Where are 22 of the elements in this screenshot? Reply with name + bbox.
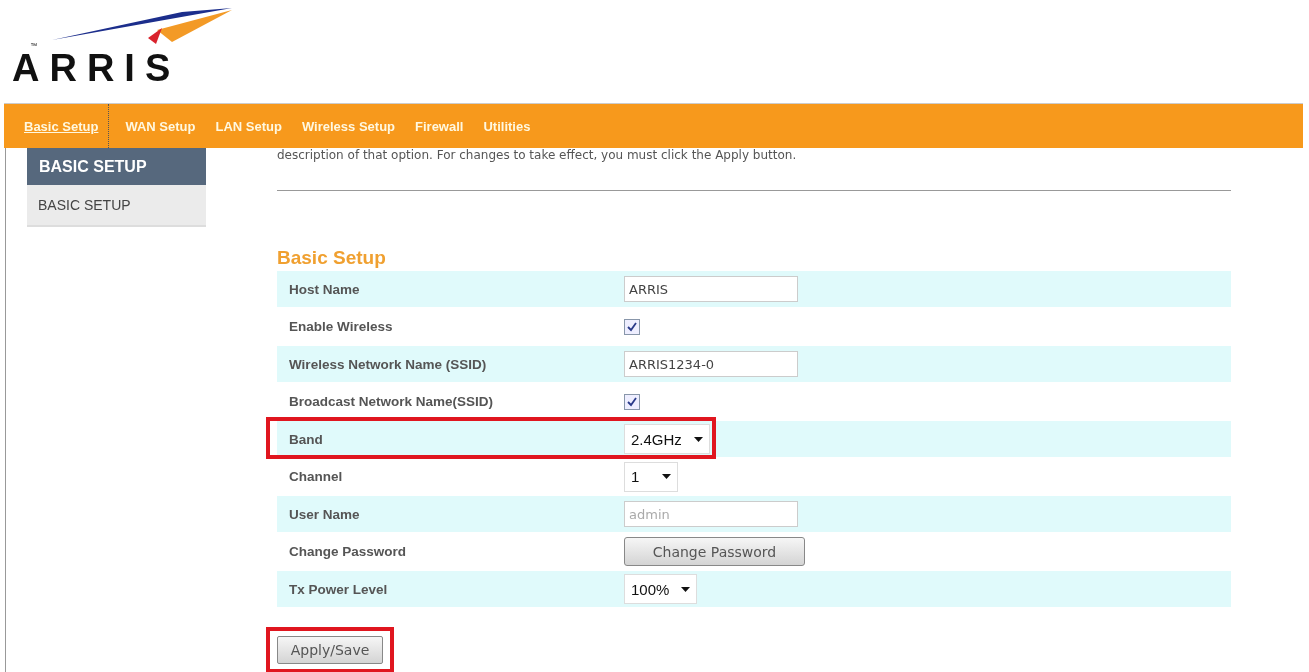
field-label: Channel bbox=[288, 469, 344, 484]
logo-text: ARRIS bbox=[12, 48, 181, 88]
apply-save-button[interactable]: Apply/Save bbox=[277, 635, 383, 664]
description-text: description of that option. For changes to take effect, you must click the Apply button. bbox=[277, 148, 798, 162]
change-password-button[interactable]: Change Password bbox=[624, 537, 805, 566]
field-label: Broadcast Network Name(SSID) bbox=[288, 394, 495, 409]
sidebar-item[interactable]: BASIC SETUP bbox=[27, 185, 206, 227]
sidebar-header: BASIC SETUP bbox=[27, 148, 206, 185]
field-label: Wireless Network Name (SSID) bbox=[288, 356, 488, 372]
field-label: Enable Wireless bbox=[288, 319, 394, 334]
dropdown[interactable]: 2.4GHz bbox=[624, 424, 710, 454]
text-field[interactable]: admin bbox=[624, 501, 798, 527]
field-label: Band bbox=[288, 431, 324, 447]
text-field[interactable]: ARRIS1234-0 bbox=[624, 351, 798, 377]
dropdown[interactable]: 100% bbox=[624, 574, 698, 604]
field-label: Change Password bbox=[288, 544, 408, 559]
section-title: Basic Setup bbox=[277, 247, 387, 269]
text-field[interactable]: ARRIS bbox=[624, 276, 798, 302]
field-label: Tx Power Level bbox=[288, 581, 389, 597]
dropdown[interactable]: 1 bbox=[624, 461, 678, 492]
field-label: Host Name bbox=[288, 281, 361, 297]
field-label: User Name bbox=[288, 506, 361, 522]
